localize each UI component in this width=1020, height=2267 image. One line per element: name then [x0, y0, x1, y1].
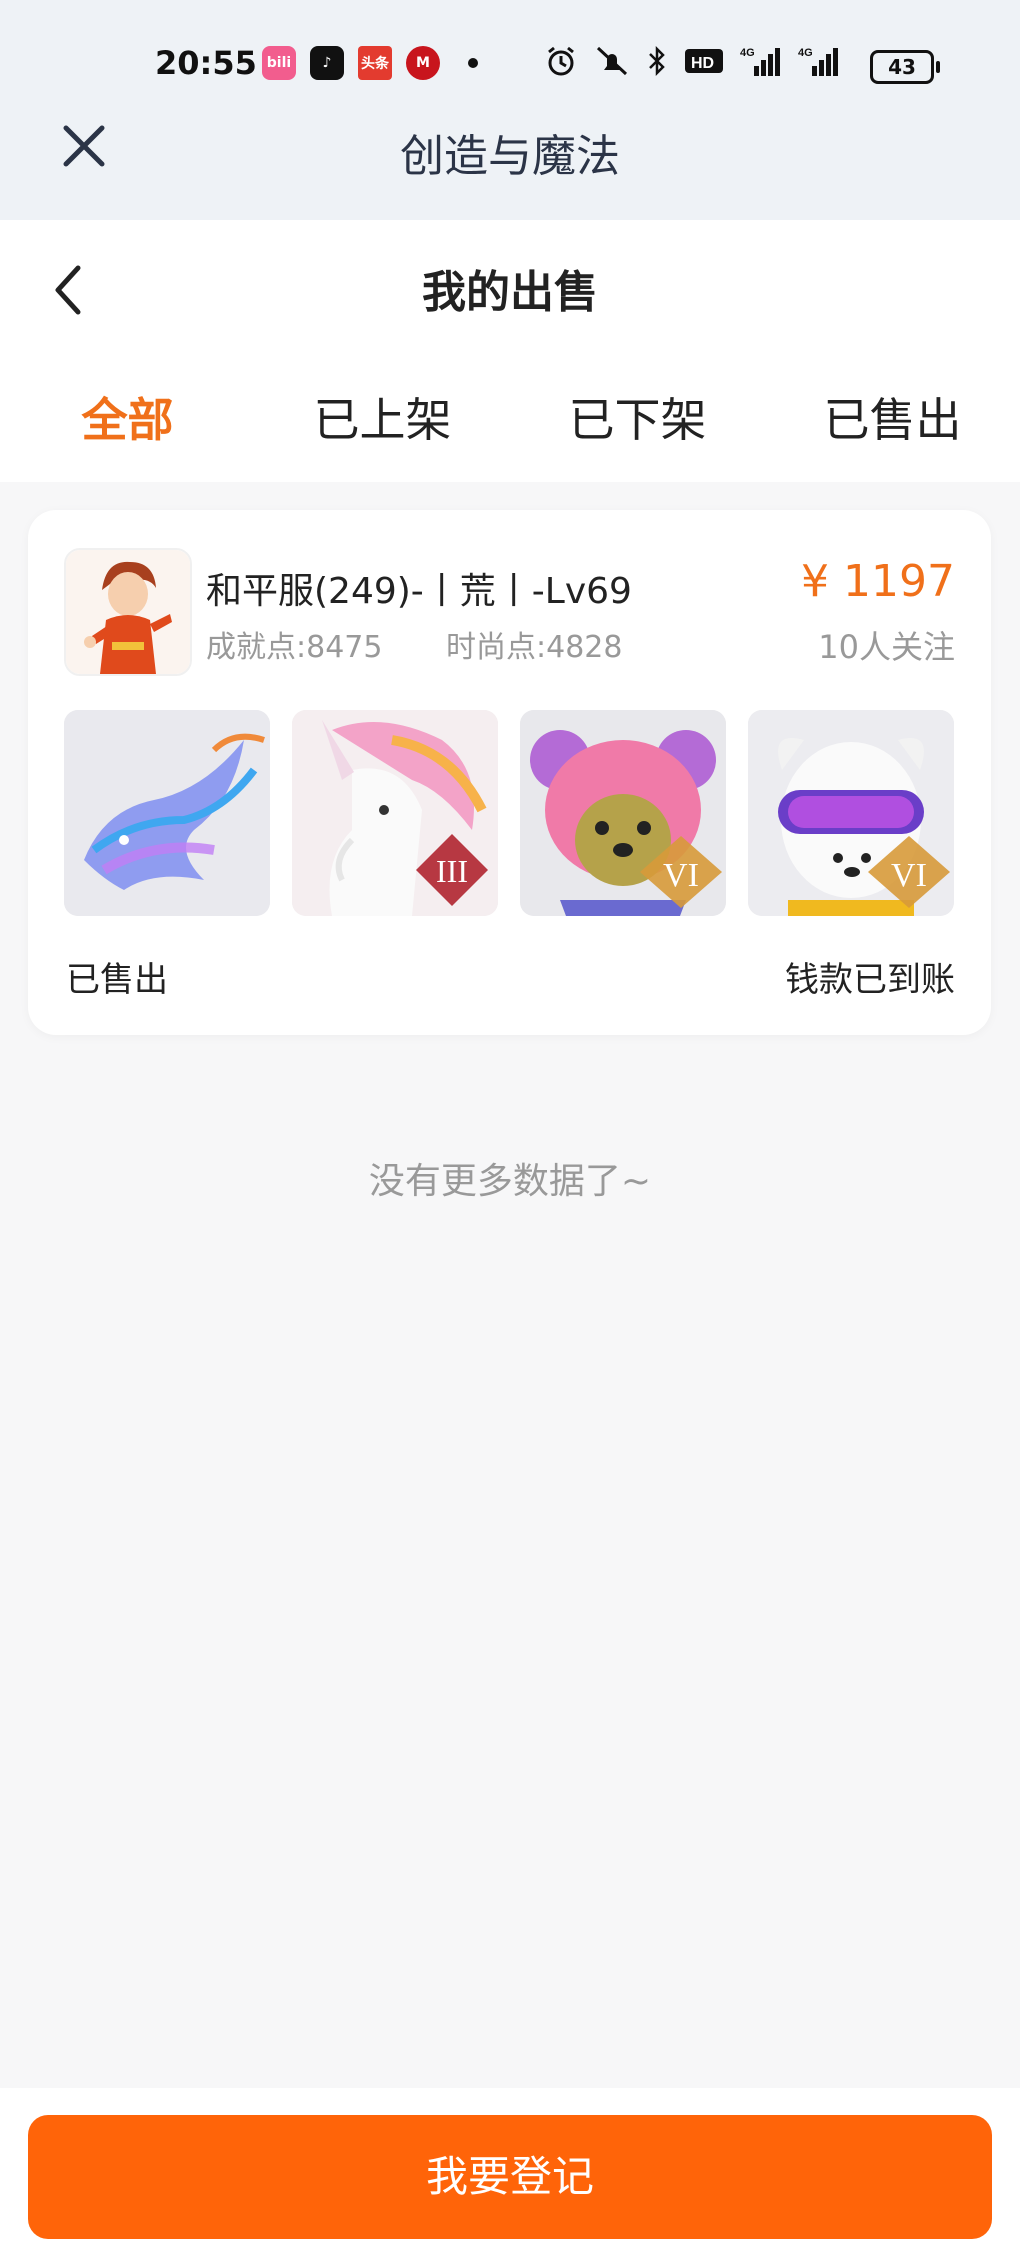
signal-icon-1: 4G — [740, 47, 780, 76]
filter-tabs: 全部 已上架 已下架 已售出 — [0, 380, 1020, 460]
character-avatar — [64, 548, 192, 676]
payment-status: 钱款已到账 — [785, 960, 955, 1000]
battery-indicator: 43 — [870, 50, 940, 84]
fashion-points: 时尚点:4828 — [446, 630, 623, 665]
svg-text:III: III — [436, 853, 468, 889]
svg-text:4G: 4G — [798, 47, 813, 59]
tab-listed[interactable]: 已上架 — [255, 380, 510, 460]
svg-text:VI: VI — [663, 857, 699, 894]
item-thumbnails: III VI VI — [64, 710, 954, 916]
listing-name: 和平服(249)-丨荒丨-Lv69 — [206, 571, 632, 612]
listing-price: ¥ 1197 — [801, 556, 955, 607]
mini-program-titlebar: 创造与魔法 — [0, 100, 1020, 220]
register-button[interactable]: 我要登记 — [28, 2115, 992, 2239]
thumbnail-dragon[interactable] — [64, 710, 270, 916]
bluetooth-icon — [649, 45, 665, 77]
bottom-bar: 我要登记 — [0, 2088, 1020, 2267]
svg-text:HD: HD — [691, 55, 714, 72]
follower-count: 10人关注 — [818, 628, 955, 666]
page-title: 我的出售 — [422, 267, 598, 318]
tab-sold[interactable]: 已售出 — [765, 380, 1020, 460]
rank-badge-icon: VI — [640, 836, 722, 908]
listing-stats: 成就点:8475 时尚点:4828 — [206, 622, 676, 666]
tab-delisted[interactable]: 已下架 — [510, 380, 765, 460]
tab-all[interactable]: 全部 — [0, 380, 255, 460]
thumbnail-unicorn[interactable]: III — [292, 710, 498, 916]
mute-icon — [596, 46, 628, 76]
rank-badge-icon: VI — [868, 836, 950, 908]
douyin-icon: ♪ — [310, 46, 344, 80]
svg-text:VI: VI — [891, 857, 927, 894]
app-title: 创造与魔法 — [400, 131, 620, 182]
page-header: 我的出售 全部 已上架 已下架 已售出 — [0, 220, 1020, 482]
achievement-points: 成就点:8475 — [206, 630, 383, 665]
signal-icon-2: 4G — [798, 47, 838, 76]
hd-icon: HD — [685, 49, 723, 73]
listing-card[interactable]: 和平服(249)-丨荒丨-Lv69 成就点:8475 时尚点:4828 ¥ 11… — [28, 510, 991, 1035]
bilibili-icon: bili — [262, 46, 296, 80]
notification-dot-icon — [468, 58, 478, 68]
cmb-icon: M — [406, 46, 440, 80]
alarm-icon — [548, 46, 574, 76]
svg-text:4G: 4G — [740, 47, 755, 59]
thumbnail-pink-bear[interactable]: VI — [520, 710, 726, 916]
listing-status: 已售出 — [66, 960, 168, 1000]
status-time: 20:55 — [155, 44, 257, 82]
toutiao-icon: 头条 — [358, 46, 392, 80]
rank-badge-icon: III — [416, 834, 488, 906]
no-more-data-text: 没有更多数据了~ — [368, 1161, 652, 1202]
thumbnail-dog-goggles[interactable]: VI — [748, 710, 954, 916]
